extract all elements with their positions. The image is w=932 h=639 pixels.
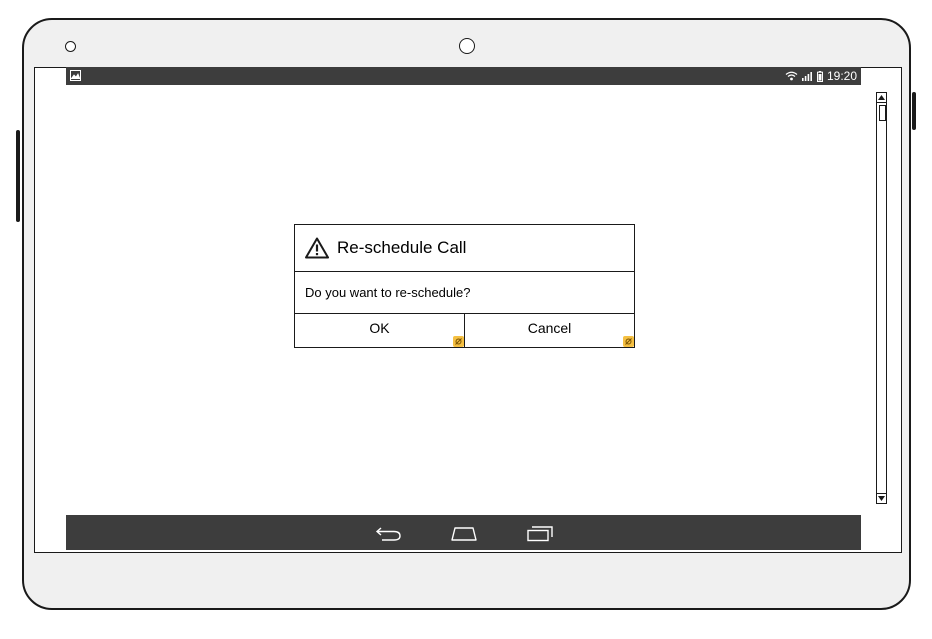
scroll-down-arrow-icon[interactable] bbox=[877, 493, 886, 503]
link-icon[interactable] bbox=[623, 336, 634, 347]
link-icon[interactable] bbox=[453, 336, 464, 347]
image-notification-icon bbox=[70, 70, 81, 81]
home-button[interactable] bbox=[447, 521, 481, 545]
home-icon bbox=[451, 527, 477, 541]
back-icon bbox=[375, 527, 401, 541]
ok-button[interactable]: OK bbox=[295, 314, 465, 347]
power-hardware-button[interactable] bbox=[912, 92, 916, 130]
recent-apps-button[interactable] bbox=[523, 521, 557, 545]
signal-icon bbox=[801, 72, 812, 81]
cancel-button-label: Cancel bbox=[527, 319, 572, 336]
status-time: 19:20 bbox=[826, 69, 857, 83]
status-indicators: 19:20 bbox=[785, 67, 857, 85]
camera-icon bbox=[459, 38, 475, 54]
dialog-header: Re-schedule Call bbox=[295, 225, 634, 272]
ok-button-label: OK bbox=[369, 319, 390, 336]
cancel-button[interactable]: Cancel bbox=[465, 314, 634, 347]
back-button[interactable] bbox=[372, 521, 406, 545]
dialog-title: Re-schedule Call bbox=[337, 238, 467, 257]
scroll-thumb[interactable] bbox=[878, 105, 886, 121]
status-bar: 19:20 bbox=[66, 67, 861, 85]
warning-icon bbox=[305, 237, 329, 259]
vertical-scrollbar[interactable] bbox=[876, 92, 887, 504]
reschedule-dialog: Re-schedule Call Do you want to re-sched… bbox=[294, 224, 635, 348]
recent-apps-icon bbox=[527, 526, 553, 542]
volume-hardware-button[interactable] bbox=[16, 130, 20, 222]
wifi-icon bbox=[785, 71, 798, 81]
scroll-up-arrow-icon[interactable] bbox=[877, 93, 886, 103]
battery-icon bbox=[816, 70, 823, 82]
dialog-actions: OK Cancel bbox=[295, 314, 634, 347]
dialog-message: Do you want to re-schedule? bbox=[295, 272, 634, 314]
sensor-icon bbox=[65, 41, 76, 52]
navigation-bar bbox=[66, 515, 861, 550]
